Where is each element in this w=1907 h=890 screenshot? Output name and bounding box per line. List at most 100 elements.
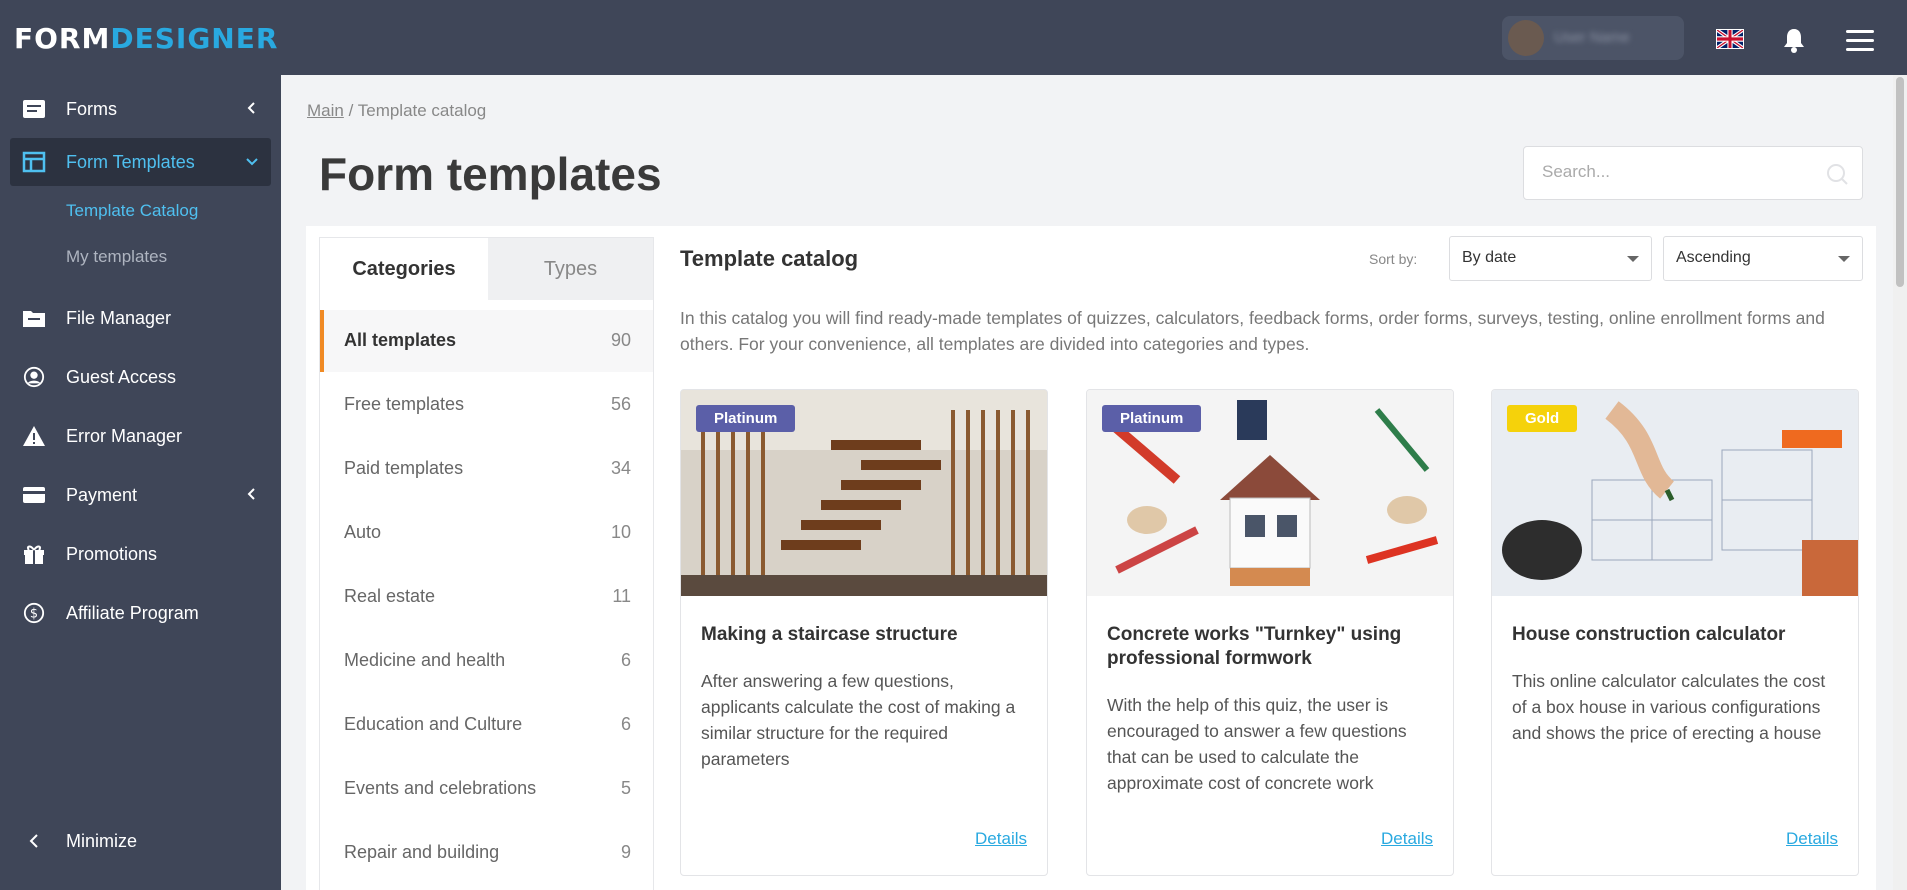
details-link[interactable]: Details (1381, 829, 1433, 849)
search-icon[interactable] (1826, 163, 1848, 185)
svg-text:$: $ (30, 607, 38, 622)
sidebar-subitem-my-templates[interactable]: My templates (66, 247, 167, 267)
sidebar-item-label: Payment (66, 485, 138, 505)
sidebar-item-promotions[interactable]: Promotions (10, 530, 271, 578)
caret-down-icon (1838, 256, 1850, 262)
sidebar-item-label: Guest Access (66, 367, 177, 387)
breadcrumb-main-link[interactable]: Main (307, 101, 344, 120)
menu-line (1846, 39, 1874, 42)
sidebar-item-label: Error Manager (66, 426, 183, 446)
category-name: Repair and building (344, 842, 500, 862)
user-menu[interactable]: User Name (1502, 16, 1684, 60)
bell-icon[interactable] (1782, 27, 1806, 53)
user-name: User Name (1554, 29, 1630, 46)
catalog-panel: Categories Types All templates 90 Free tem… (306, 226, 1876, 890)
sidebar-item-label: Affiliate Program (66, 603, 199, 623)
sidebar-item-label: Form Templates (66, 152, 195, 172)
category-name: Medicine and health (344, 650, 506, 670)
category-count: 90 (610, 330, 631, 350)
sidebar-subitem-template-catalog[interactable]: Template Catalog (66, 201, 198, 221)
category-item[interactable]: Auto 10 (320, 502, 653, 564)
badge-platinum: Platinum (1102, 405, 1202, 432)
details-link[interactable]: Details (975, 829, 1027, 849)
badge-platinum: Platinum (696, 405, 796, 432)
card-description: This online calculator calculates the co… (1512, 671, 1826, 743)
category-item[interactable]: Events and celebrations 5 (320, 758, 653, 820)
tab-types[interactable]: Types (488, 238, 653, 300)
category-count: 6 (620, 650, 631, 670)
minimize-button[interactable]: Minimize (10, 817, 271, 865)
category-count: 34 (610, 458, 631, 478)
chevron-down-icon (246, 158, 258, 166)
hamburger-menu-icon[interactable] (1846, 30, 1874, 52)
page-title: Form templates (319, 148, 662, 200)
search-box[interactable] (1523, 146, 1863, 200)
breadcrumb-current: Template catalog (357, 101, 487, 120)
card-description: With the help of this quiz, the user is … (1107, 695, 1407, 793)
sidebar-item-file-manager[interactable]: File Manager (10, 294, 271, 342)
top-bar: FORMDESIGNER User Name (0, 0, 1907, 75)
template-card[interactable]: Platinum Concrete works "Turnkey" using … (1086, 389, 1454, 876)
category-name: Free templates (344, 394, 465, 414)
sidebar-item-guest-access[interactable]: Guest Access (10, 353, 271, 401)
menu-line (1846, 30, 1874, 33)
chevron-left-icon (247, 488, 255, 500)
sidebar-item-label: Forms (66, 99, 117, 119)
sidebar-item-forms[interactable]: Forms (10, 85, 271, 133)
category-name: Real estate (344, 586, 436, 606)
template-card[interactable]: Platinum Making a staircase structure Af… (680, 389, 1048, 876)
sidebar: Forms Form Templates Template Catalog My… (0, 75, 281, 890)
app-logo[interactable]: FORMDESIGNER (14, 22, 278, 55)
categories-panel: Categories Types All templates 90 Free tem… (319, 237, 654, 890)
sidebar-item-form-templates[interactable]: Form Templates (10, 138, 271, 186)
sidebar-item-label: Promotions (66, 544, 158, 564)
scrollbar[interactable] (1893, 75, 1907, 890)
category-name: Education and Culture (344, 714, 523, 734)
category-count: 56 (610, 394, 631, 414)
category-name: Paid templates (344, 458, 464, 478)
category-item[interactable]: Real estate 11 (320, 566, 653, 628)
badge-gold: Gold (1507, 405, 1578, 432)
warning-icon (23, 426, 45, 446)
credit-card-icon (23, 487, 45, 503)
category-item[interactable]: Paid templates 34 (320, 438, 653, 500)
chevron-left-icon (29, 834, 38, 848)
template-card[interactable]: Gold House construction calculator This … (1491, 389, 1859, 876)
card-title: Concrete works "Turnkey" using professio… (1107, 624, 1402, 669)
category-item[interactable]: Medicine and health 6 (320, 630, 653, 692)
sidebar-item-error-manager[interactable]: Error Manager (10, 412, 271, 460)
category-name: Auto (344, 522, 382, 542)
category-name: All templates (344, 330, 457, 350)
tab-categories[interactable]: Categories (320, 238, 488, 300)
breadcrumb-separator: / (343, 101, 358, 120)
user-circle-icon (23, 366, 45, 388)
breadcrumb: Main / Template catalog (307, 101, 486, 121)
category-item[interactable]: Free templates 56 (320, 374, 653, 436)
gift-icon (24, 545, 44, 564)
sort-by-select[interactable]: By date (1449, 236, 1652, 281)
main-content: Main / Template catalog Form templates C… (281, 75, 1907, 890)
logo-text-form: FORM (14, 22, 111, 55)
catalog-description: In this catalog you will find ready-made… (680, 308, 1825, 354)
uk-flag-icon[interactable] (1716, 29, 1744, 49)
sidebar-item-label: File Manager (66, 308, 172, 328)
sort-label: Sort by: (1369, 251, 1418, 267)
category-item[interactable]: All templates 90 (320, 310, 653, 372)
logo-text-designer: DESIGNER (110, 22, 279, 55)
chevron-left-icon (247, 102, 255, 114)
sort-order-value: Ascending (1676, 249, 1751, 266)
search-input[interactable] (1542, 162, 1802, 182)
menu-line (1846, 48, 1874, 51)
scrollbar-thumb[interactable] (1896, 77, 1904, 287)
templates-icon (22, 151, 46, 173)
sidebar-item-payment[interactable]: Payment (10, 471, 271, 519)
category-item[interactable]: Education and Culture 6 (320, 694, 653, 756)
forms-icon (23, 100, 45, 118)
sidebar-item-affiliate-program[interactable]: $ Affiliate Program (10, 589, 271, 637)
sort-order-select[interactable]: Ascending (1663, 236, 1863, 281)
card-title: Making a staircase structure (701, 624, 958, 645)
card-title: House construction calculator (1512, 624, 1786, 645)
details-link[interactable]: Details (1786, 829, 1838, 849)
category-item[interactable]: Repair and building 9 (320, 822, 653, 884)
category-count: 11 (612, 586, 631, 606)
